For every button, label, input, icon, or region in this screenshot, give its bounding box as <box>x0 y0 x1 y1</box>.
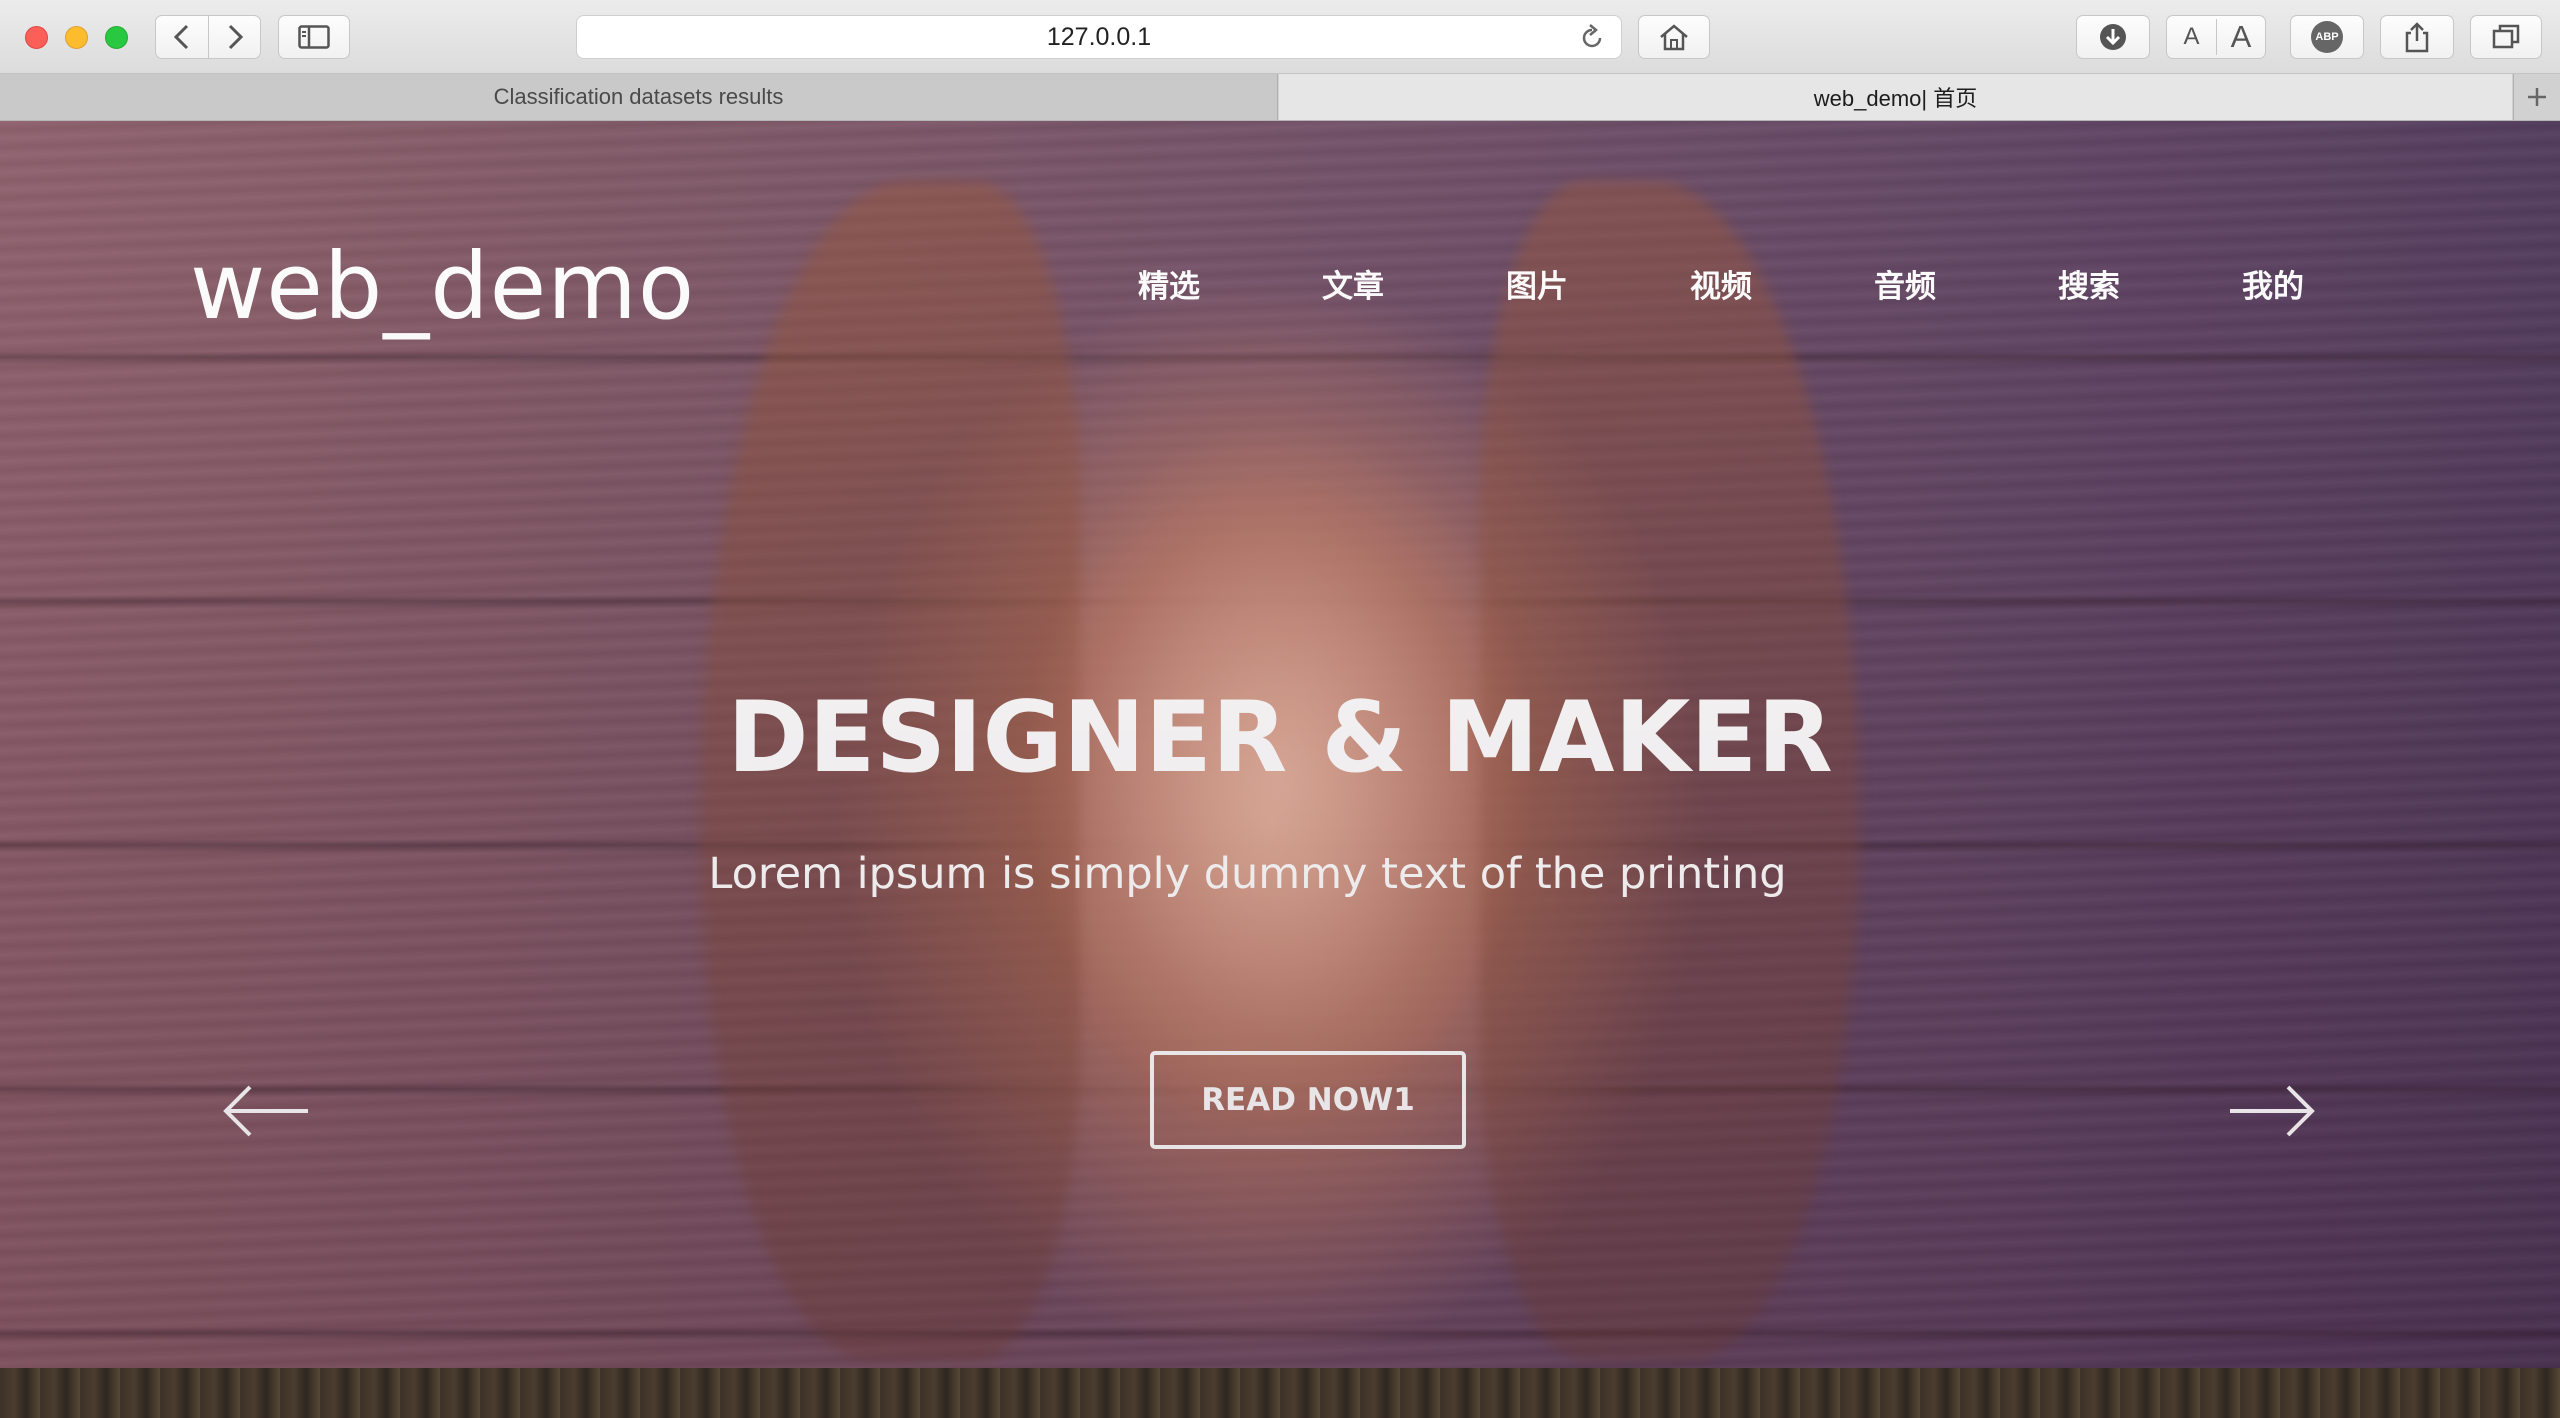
sidebar-icon <box>298 25 330 49</box>
reload-icon[interactable] <box>1577 23 1607 53</box>
sidebar-toggle-button[interactable] <box>278 15 350 59</box>
download-icon <box>2100 24 2126 50</box>
tab-label: web_demo| 首页 <box>1813 86 1978 111</box>
site-logo[interactable]: web_demo <box>190 233 695 340</box>
next-section-preview <box>0 1368 2560 1418</box>
read-now-button[interactable]: READ NOW1 <box>1150 1051 1466 1149</box>
history-nav-group <box>155 15 261 59</box>
tabs-icon <box>2492 24 2520 49</box>
hero-image-hair-left <box>700 181 1080 1361</box>
back-button[interactable] <box>156 16 208 58</box>
address-bar[interactable]: 127.0.0.1 <box>576 15 1622 59</box>
adblock-label: ABP <box>2315 31 2339 43</box>
tab-web-demo[interactable]: web_demo| 首页 <box>1279 74 2512 120</box>
home-button[interactable] <box>1638 15 1710 59</box>
share-icon <box>2405 22 2429 53</box>
nav-item-mine[interactable]: 我的 <box>2242 261 2426 306</box>
text-size-group: A A <box>2166 15 2266 59</box>
zoom-window-button[interactable] <box>105 26 128 49</box>
plus-icon <box>2528 88 2546 106</box>
minimize-window-button[interactable] <box>65 26 88 49</box>
hero-image-portrait <box>930 291 1630 1368</box>
browser-toolbar: 127.0.0.1 A A ABP <box>0 0 2560 74</box>
url-text: 127.0.0.1 <box>1046 22 1152 51</box>
arrow-right-icon[interactable] <box>2226 1081 2318 1141</box>
nav-item-articles[interactable]: 文章 <box>1322 261 1506 306</box>
chevron-right-icon <box>228 24 243 50</box>
forward-button[interactable] <box>208 16 260 58</box>
nav-item-search[interactable]: 搜索 <box>2058 261 2242 306</box>
chevron-left-icon <box>173 24 189 50</box>
share-button[interactable] <box>2380 15 2454 59</box>
downloads-button[interactable] <box>2076 15 2150 59</box>
web-page: web_demo 精选 文章 图片 视频 音频 搜索 我的 DESIGNER &… <box>0 121 2560 1418</box>
nav-item-audio[interactable]: 音频 <box>1874 261 2058 306</box>
adblock-button[interactable]: ABP <box>2290 15 2364 59</box>
hero-subline: Lorem ipsum is simply dummy text of the … <box>708 849 1787 899</box>
tab-bar: Classification datasets results web_demo… <box>0 74 2560 121</box>
decrease-font-button[interactable]: A <box>2167 23 2216 51</box>
nav-item-video[interactable]: 视频 <box>1690 261 1874 306</box>
nav-item-images[interactable]: 图片 <box>1506 261 1690 306</box>
hero-banner: web_demo 精选 文章 图片 视频 音频 搜索 我的 DESIGNER &… <box>0 121 2560 1368</box>
adblock-icon: ABP <box>2311 21 2343 53</box>
nav-item-featured[interactable]: 精选 <box>1138 261 1322 306</box>
close-window-button[interactable] <box>25 26 48 49</box>
tab-label: Classification datasets results <box>493 84 784 109</box>
home-icon <box>1660 24 1688 51</box>
new-tab-button[interactable] <box>2513 74 2560 120</box>
hero-headline: DESIGNER & MAKER <box>727 681 1833 795</box>
increase-font-button[interactable]: A <box>2215 19 2265 55</box>
arrow-left-icon[interactable] <box>220 1081 312 1141</box>
main-nav: 精选 文章 图片 视频 音频 搜索 我的 <box>1138 261 2426 306</box>
tab-classification-results[interactable]: Classification datasets results <box>0 74 1278 120</box>
tabs-overview-button[interactable] <box>2470 15 2542 59</box>
hero-image-hair-right <box>1480 181 1860 1361</box>
